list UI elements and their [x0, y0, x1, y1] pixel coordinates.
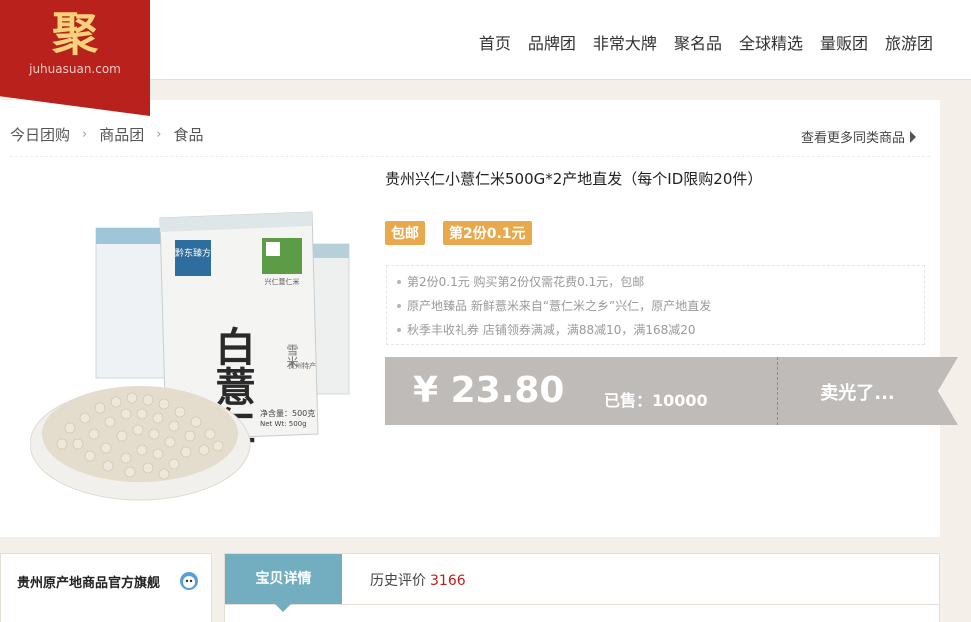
free-shipping-badge: 包邮 — [385, 221, 425, 245]
package-brand-text: 黔东臻方 — [175, 247, 211, 259]
second-item-badge: 第2份0.1元 — [443, 221, 532, 245]
juhuasuan-logo[interactable]: 聚 juhuasuan.com — [0, 0, 150, 116]
breadcrumb-food[interactable]: 食品 — [173, 124, 203, 145]
wangwang-chat-icon[interactable] — [179, 571, 199, 591]
nav-big-brands[interactable]: 非常大牌 — [593, 30, 657, 54]
logo-url: juhuasuan.com — [29, 62, 121, 76]
divider — [10, 156, 930, 157]
triangle-right-icon — [910, 130, 916, 143]
promotion-item: 秋季丰收礼券 店铺领券满减，满88减10，满168减20 — [397, 318, 924, 342]
tabs-divider — [225, 604, 939, 605]
sold-out-button[interactable]: 卖光了... — [777, 379, 938, 405]
nav-brand-group[interactable]: 品牌团 — [528, 30, 576, 54]
tab-active-arrow-icon — [275, 604, 291, 612]
breadcrumb-separator-icon: › — [156, 127, 162, 142]
tab-review-history[interactable]: 历史评价 3166 — [370, 570, 466, 590]
package-net-text: 净含量：500克 — [260, 408, 315, 418]
promo-badges: 包邮 第2份0.1元 — [385, 221, 532, 245]
shop-card[interactable]: 贵州原产地商品官方旗舰 — [0, 553, 212, 622]
review-history-label: 历史评价 — [370, 573, 426, 589]
shop-name: 贵州原产地商品官方旗舰 — [17, 576, 161, 591]
breadcrumb-today[interactable]: 今日团购 — [10, 124, 70, 145]
logo-mark: 聚 — [52, 7, 98, 61]
breadcrumb: 今日团购 › 商品团 › 食品 — [10, 124, 203, 145]
package-sub-text: 贵州特产 — [288, 361, 316, 370]
more-similar-label: 查看更多同类商品 — [800, 131, 905, 146]
nav-bulk-group[interactable]: 量贩团 — [820, 30, 868, 54]
detail-tabs: 宝贝详情 历史评价 3166 — [224, 553, 940, 622]
price: ¥ 23.80 — [413, 370, 565, 411]
more-similar-link[interactable]: 查看更多同类商品 — [801, 127, 916, 146]
promotion-item: 原产地臻品 新鲜薏米来自“薏仁米之乡”兴仁，原产地直发 — [397, 294, 924, 318]
sold-count: 已售：10000 — [604, 391, 708, 410]
nav-travel-group[interactable]: 旅游团 — [885, 30, 933, 54]
product-panel: 今日团购 › 商品团 › 食品 查看更多同类商品 黔东臻方 兴仁薏仁米 白薏仁 … — [0, 100, 958, 537]
breadcrumb-separator-icon: › — [82, 127, 88, 142]
package-net-en-text: Net Wt: 500g — [260, 420, 307, 428]
nav-home[interactable]: 首页 — [479, 30, 511, 54]
package-seal-text: 兴仁薏仁米 — [265, 277, 300, 286]
product-title: 贵州兴仁小薏仁米500G*2产地直发（每个ID限购20件） — [385, 170, 763, 188]
price-bar: ¥ 23.80 已售：10000 卖光了... — [385, 357, 958, 425]
breadcrumb-product-group[interactable]: 商品团 — [99, 124, 144, 145]
review-count: 3166 — [430, 573, 466, 589]
site-header: 聚 juhuasuan.com 首页 品牌团 非常大牌 聚名品 全球精选 量贩团… — [0, 0, 971, 116]
tab-product-details[interactable]: 宝贝详情 — [225, 554, 342, 604]
promotion-list: 第2份0.1元 购买第2份仅需花费0.1元，包邮 原产地臻品 新鲜薏米来自“薏仁… — [386, 265, 925, 345]
main-nav: 首页 品牌团 非常大牌 聚名品 全球精选 量贩团 旅游团 — [479, 30, 933, 54]
product-image[interactable]: 黔东臻方 兴仁薏仁米 白薏仁 雪米 贵州特产 净含量：500克 Net Wt: … — [30, 208, 360, 508]
nav-famous-goods[interactable]: 聚名品 — [674, 30, 722, 54]
nav-global-selection[interactable]: 全球精选 — [739, 30, 803, 54]
promotion-item: 第2份0.1元 购买第2份仅需花费0.1元，包邮 — [397, 270, 924, 294]
